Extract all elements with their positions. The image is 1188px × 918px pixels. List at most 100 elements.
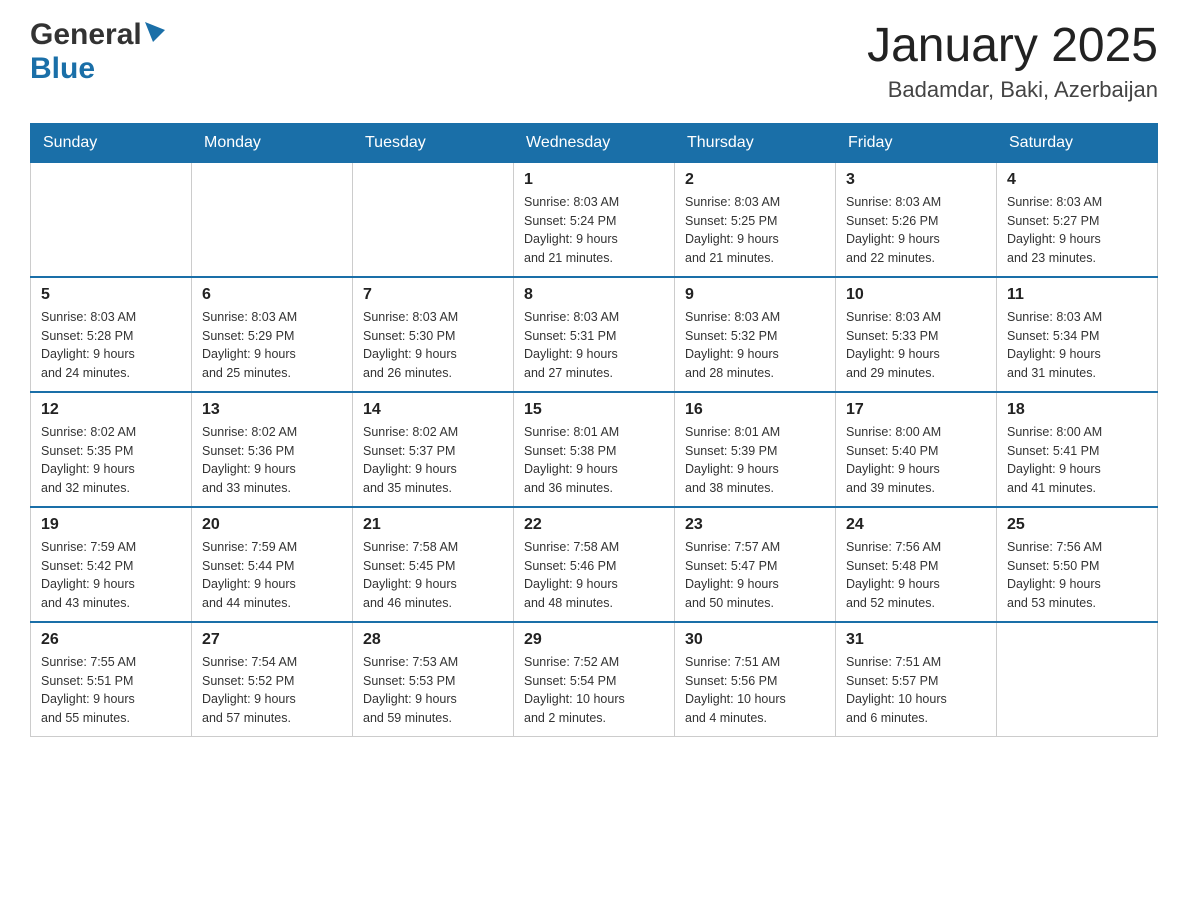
day-info: Sunrise: 7:56 AM Sunset: 5:50 PM Dayligh… bbox=[1007, 538, 1147, 613]
day-number: 30 bbox=[685, 631, 825, 649]
day-info: Sunrise: 7:59 AM Sunset: 5:44 PM Dayligh… bbox=[202, 538, 342, 613]
day-number: 4 bbox=[1007, 171, 1147, 189]
day-info: Sunrise: 7:56 AM Sunset: 5:48 PM Dayligh… bbox=[846, 538, 986, 613]
day-info: Sunrise: 8:02 AM Sunset: 5:37 PM Dayligh… bbox=[363, 423, 503, 498]
day-info: Sunrise: 8:03 AM Sunset: 5:30 PM Dayligh… bbox=[363, 308, 503, 383]
day-number: 25 bbox=[1007, 516, 1147, 534]
day-number: 20 bbox=[202, 516, 342, 534]
day-info: Sunrise: 8:00 AM Sunset: 5:41 PM Dayligh… bbox=[1007, 423, 1147, 498]
day-number: 3 bbox=[846, 171, 986, 189]
col-wednesday: Wednesday bbox=[514, 123, 675, 162]
table-row: 10Sunrise: 8:03 AM Sunset: 5:33 PM Dayli… bbox=[836, 277, 997, 392]
day-info: Sunrise: 8:03 AM Sunset: 5:31 PM Dayligh… bbox=[524, 308, 664, 383]
day-info: Sunrise: 8:00 AM Sunset: 5:40 PM Dayligh… bbox=[846, 423, 986, 498]
day-info: Sunrise: 8:03 AM Sunset: 5:25 PM Dayligh… bbox=[685, 193, 825, 268]
day-number: 10 bbox=[846, 286, 986, 304]
day-info: Sunrise: 8:03 AM Sunset: 5:34 PM Dayligh… bbox=[1007, 308, 1147, 383]
day-number: 18 bbox=[1007, 401, 1147, 419]
calendar-table: Sunday Monday Tuesday Wednesday Thursday… bbox=[30, 123, 1158, 737]
logo-general-text: General bbox=[30, 20, 142, 50]
day-number: 1 bbox=[524, 171, 664, 189]
table-row: 19Sunrise: 7:59 AM Sunset: 5:42 PM Dayli… bbox=[31, 507, 192, 622]
day-number: 27 bbox=[202, 631, 342, 649]
col-tuesday: Tuesday bbox=[353, 123, 514, 162]
col-thursday: Thursday bbox=[675, 123, 836, 162]
calendar-week-row: 5 Sunrise: 8:03 AM Sunset: 5:28 PM Daylig… bbox=[31, 277, 1158, 392]
day-info: Sunrise: 8:03 AM Sunset: 5:32 PM Dayligh… bbox=[685, 308, 825, 383]
day-info: Sunrise: 8:01 AM Sunset: 5:39 PM Dayligh… bbox=[685, 423, 825, 498]
table-row: 2 Sunrise: 8:03 AM Sunset: 5:25 PM Daylig… bbox=[675, 162, 836, 277]
table-row: 16 Sunrise: 8:01 AM Sunset: 5:39 PM Dayli… bbox=[675, 392, 836, 507]
table-row: 24 Sunrise: 7:56 AM Sunset: 5:48 PM Dayli… bbox=[836, 507, 997, 622]
day-info: Sunrise: 7:51 AM Sunset: 5:56 PM Dayligh… bbox=[685, 653, 825, 728]
table-row: 26 Sunrise: 7:55 AM Sunset: 5:51 PM Dayli… bbox=[31, 622, 192, 737]
day-info: Sunrise: 7:55 AM Sunset: 5:51 PM Dayligh… bbox=[41, 653, 181, 728]
day-number: 5 bbox=[41, 286, 181, 304]
day-number: 13 bbox=[202, 401, 342, 419]
table-row: 8Sunrise: 8:03 AM Sunset: 5:31 PM Daylig… bbox=[514, 277, 675, 392]
table-row: 17Sunrise: 8:00 AM Sunset: 5:40 PM Dayli… bbox=[836, 392, 997, 507]
table-row: 21 Sunrise: 7:58 AM Sunset: 5:45 PM Dayli… bbox=[353, 507, 514, 622]
day-number: 12 bbox=[41, 401, 181, 419]
table-row: 5 Sunrise: 8:03 AM Sunset: 5:28 PM Daylig… bbox=[31, 277, 192, 392]
table-row: 18 Sunrise: 8:00 AM Sunset: 5:41 PM Dayli… bbox=[997, 392, 1158, 507]
logo-triangle-icon bbox=[145, 22, 167, 44]
day-number: 6 bbox=[202, 286, 342, 304]
col-sunday: Sunday bbox=[31, 123, 192, 162]
calendar-week-row: 12 Sunrise: 8:02 AM Sunset: 5:35 PM Dayli… bbox=[31, 392, 1158, 507]
day-number: 28 bbox=[363, 631, 503, 649]
day-info: Sunrise: 7:51 AM Sunset: 5:57 PM Dayligh… bbox=[846, 653, 986, 728]
day-info: Sunrise: 7:58 AM Sunset: 5:46 PM Dayligh… bbox=[524, 538, 664, 613]
day-info: Sunrise: 8:03 AM Sunset: 5:26 PM Dayligh… bbox=[846, 193, 986, 268]
day-info: Sunrise: 7:54 AM Sunset: 5:52 PM Dayligh… bbox=[202, 653, 342, 728]
calendar-week-row: 19Sunrise: 7:59 AM Sunset: 5:42 PM Dayli… bbox=[31, 507, 1158, 622]
calendar-week-row: 26 Sunrise: 7:55 AM Sunset: 5:51 PM Dayli… bbox=[31, 622, 1158, 737]
table-row: 12 Sunrise: 8:02 AM Sunset: 5:35 PM Dayli… bbox=[31, 392, 192, 507]
day-info: Sunrise: 7:58 AM Sunset: 5:45 PM Dayligh… bbox=[363, 538, 503, 613]
day-number: 23 bbox=[685, 516, 825, 534]
day-info: Sunrise: 8:03 AM Sunset: 5:24 PM Dayligh… bbox=[524, 193, 664, 268]
day-number: 15 bbox=[524, 401, 664, 419]
day-number: 31 bbox=[846, 631, 986, 649]
table-row: 31 Sunrise: 7:51 AM Sunset: 5:57 PM Dayli… bbox=[836, 622, 997, 737]
day-number: 21 bbox=[363, 516, 503, 534]
day-info: Sunrise: 7:53 AM Sunset: 5:53 PM Dayligh… bbox=[363, 653, 503, 728]
day-number: 24 bbox=[846, 516, 986, 534]
table-row: 14 Sunrise: 8:02 AM Sunset: 5:37 PM Dayli… bbox=[353, 392, 514, 507]
table-row: 29Sunrise: 7:52 AM Sunset: 5:54 PM Dayli… bbox=[514, 622, 675, 737]
logo: General Blue bbox=[30, 20, 167, 86]
table-row bbox=[192, 162, 353, 277]
day-info: Sunrise: 7:57 AM Sunset: 5:47 PM Dayligh… bbox=[685, 538, 825, 613]
day-number: 16 bbox=[685, 401, 825, 419]
table-row: 15 Sunrise: 8:01 AM Sunset: 5:38 PM Dayli… bbox=[514, 392, 675, 507]
table-row: 22Sunrise: 7:58 AM Sunset: 5:46 PM Dayli… bbox=[514, 507, 675, 622]
location-title: Badamdar, Baki, Azerbaijan bbox=[867, 77, 1158, 103]
title-block: January 2025 Badamdar, Baki, Azerbaijan bbox=[867, 20, 1158, 103]
day-number: 11 bbox=[1007, 286, 1147, 304]
table-row: 1 Sunrise: 8:03 AM Sunset: 5:24 PM Daylig… bbox=[514, 162, 675, 277]
day-number: 26 bbox=[41, 631, 181, 649]
table-row: 6Sunrise: 8:03 AM Sunset: 5:29 PM Daylig… bbox=[192, 277, 353, 392]
day-number: 2 bbox=[685, 171, 825, 189]
day-number: 7 bbox=[363, 286, 503, 304]
day-info: Sunrise: 8:03 AM Sunset: 5:28 PM Dayligh… bbox=[41, 308, 181, 383]
table-row: 23 Sunrise: 7:57 AM Sunset: 5:47 PM Dayli… bbox=[675, 507, 836, 622]
calendar-header-row: Sunday Monday Tuesday Wednesday Thursday… bbox=[31, 123, 1158, 162]
table-row: 30 Sunrise: 7:51 AM Sunset: 5:56 PM Dayli… bbox=[675, 622, 836, 737]
table-row: 7 Sunrise: 8:03 AM Sunset: 5:30 PM Daylig… bbox=[353, 277, 514, 392]
day-number: 14 bbox=[363, 401, 503, 419]
col-saturday: Saturday bbox=[997, 123, 1158, 162]
table-row: 25 Sunrise: 7:56 AM Sunset: 5:50 PM Dayli… bbox=[997, 507, 1158, 622]
table-row: 28 Sunrise: 7:53 AM Sunset: 5:53 PM Dayli… bbox=[353, 622, 514, 737]
day-info: Sunrise: 8:03 AM Sunset: 5:27 PM Dayligh… bbox=[1007, 193, 1147, 268]
day-info: Sunrise: 8:01 AM Sunset: 5:38 PM Dayligh… bbox=[524, 423, 664, 498]
table-row: 27 Sunrise: 7:54 AM Sunset: 5:52 PM Dayli… bbox=[192, 622, 353, 737]
table-row: 9Sunrise: 8:03 AM Sunset: 5:32 PM Daylig… bbox=[675, 277, 836, 392]
day-info: Sunrise: 8:02 AM Sunset: 5:35 PM Dayligh… bbox=[41, 423, 181, 498]
col-friday: Friday bbox=[836, 123, 997, 162]
calendar-week-row: 1 Sunrise: 8:03 AM Sunset: 5:24 PM Daylig… bbox=[31, 162, 1158, 277]
logo-blue-text: Blue bbox=[30, 52, 95, 86]
month-title: January 2025 bbox=[867, 20, 1158, 73]
day-info: Sunrise: 7:59 AM Sunset: 5:42 PM Dayligh… bbox=[41, 538, 181, 613]
day-info: Sunrise: 8:02 AM Sunset: 5:36 PM Dayligh… bbox=[202, 423, 342, 498]
